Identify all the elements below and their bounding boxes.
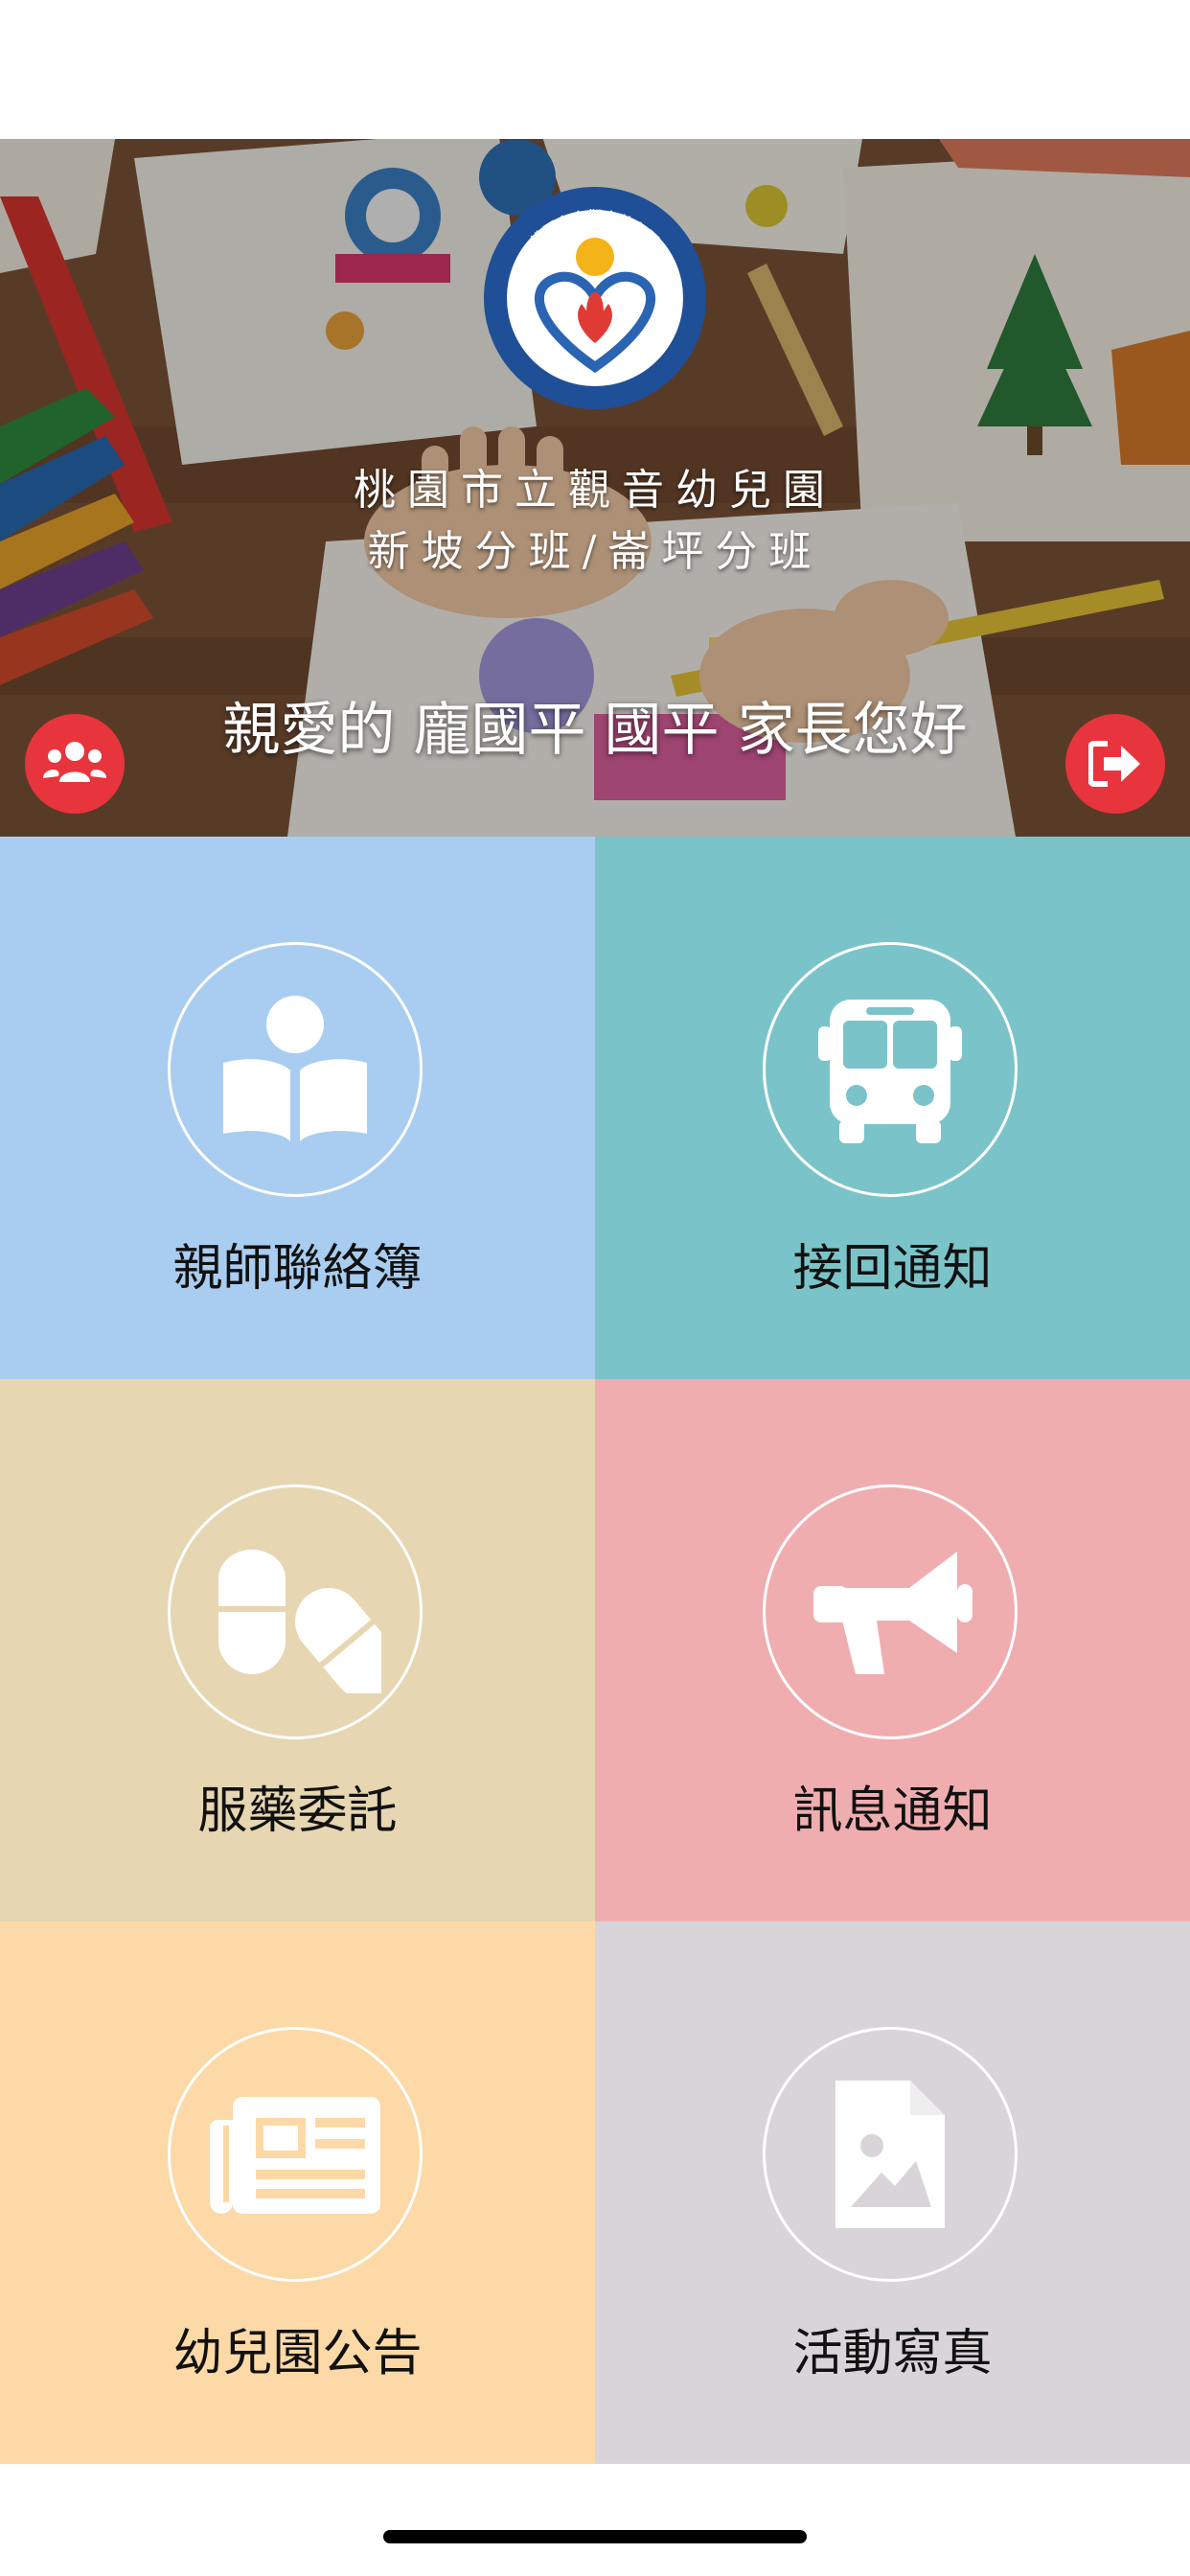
- tile-announcements[interactable]: 幼兒園公告: [0, 1921, 595, 2464]
- megaphone-icon: [813, 1552, 973, 1674]
- pills-icon: [218, 1550, 381, 1693]
- tile-pickup-notice[interactable]: 接回通知: [595, 837, 1190, 1379]
- menu-grid: 親師聯絡簿 接回通知 服藥委託 訊息通知 幼兒園公告 活動寫真: [0, 837, 1190, 2464]
- tile-label: 幼兒園公告: [172, 2325, 423, 2382]
- home-indicator[interactable]: [383, 2530, 807, 2543]
- status-bar-area: [0, 0, 1190, 139]
- tile-icon-ring: [763, 1484, 1018, 1739]
- tile-icon-ring: [168, 1484, 423, 1739]
- logout-button[interactable]: [1065, 714, 1165, 814]
- tile-medication[interactable]: 服藥委託: [0, 1379, 595, 1921]
- tile-label: 服藥委託: [197, 1782, 398, 1840]
- tile-icon-ring: [763, 942, 1018, 1197]
- tile-activity-photos[interactable]: 活動寫真: [595, 1921, 1190, 2464]
- tile-label: 訊息通知: [792, 1782, 993, 1840]
- users-group-icon: [43, 742, 106, 782]
- reading-book-icon: [223, 996, 367, 1141]
- tile-icon-ring: [763, 2027, 1018, 2282]
- tile-label: 活動寫真: [792, 2325, 993, 2382]
- school-name-line2: 新坡分班/崙坪分班: [367, 527, 823, 576]
- image-file-icon: [835, 2081, 945, 2228]
- tile-icon-ring: [168, 942, 423, 1197]
- tile-contact-book[interactable]: 親師聯絡簿: [0, 837, 595, 1379]
- newspaper-icon: [210, 2097, 380, 2214]
- logout-icon: [1088, 741, 1140, 787]
- group-button[interactable]: [25, 714, 125, 814]
- hero-banner: 桃園市立觀音幼兒園 桃園市立觀音幼兒園 新坡分班/崙坪分班 親愛的 龐國平 國平…: [0, 139, 1190, 837]
- bus-icon: [818, 1000, 962, 1143]
- tile-icon-ring: [168, 2027, 423, 2282]
- parent-greeting: 親愛的 龐國平 國平 家長您好: [222, 697, 968, 764]
- school-name-line1: 桃園市立觀音幼兒園: [354, 466, 836, 515]
- tile-label: 親師聯絡簿: [172, 1240, 423, 1298]
- school-logo: 桃園市立觀音幼兒園: [482, 185, 708, 411]
- tile-message-notice[interactable]: 訊息通知: [595, 1379, 1190, 1921]
- tile-label: 接回通知: [792, 1240, 993, 1298]
